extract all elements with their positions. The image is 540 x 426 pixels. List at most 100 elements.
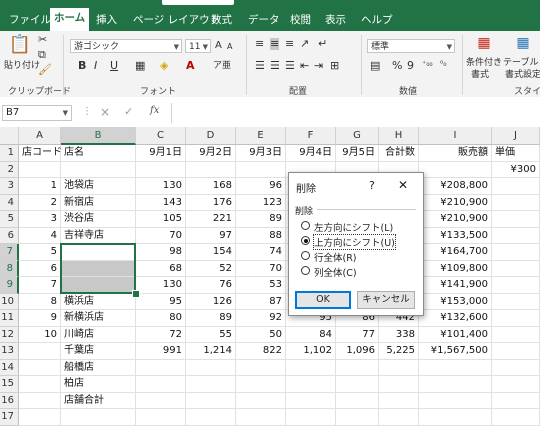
cell-J7[interactable] xyxy=(492,244,540,261)
cell-C15[interactable] xyxy=(136,376,186,393)
row-header[interactable]: 12 xyxy=(0,326,19,343)
cell-A10[interactable]: 8 xyxy=(19,293,61,310)
cut-icon[interactable]: ✂ xyxy=(38,34,47,46)
cell-H14[interactable] xyxy=(379,359,419,376)
cell-J8[interactable] xyxy=(492,260,540,277)
cell-A9[interactable]: 7 xyxy=(19,277,61,294)
tab-home[interactable]: ホーム xyxy=(50,8,90,31)
cell-I4[interactable]: ¥210,900 xyxy=(419,194,492,211)
column-header[interactable]: E xyxy=(236,127,286,145)
cell-A13[interactable] xyxy=(19,343,61,360)
cell-I10[interactable]: ¥153,000 xyxy=(419,293,492,310)
cell-B2[interactable] xyxy=(61,161,136,178)
format-as-table-icon[interactable]: ▦ xyxy=(514,35,532,51)
cell-J12[interactable] xyxy=(492,326,540,343)
ok-button[interactable]: OK xyxy=(295,291,351,309)
insert-function-icon[interactable]: fx xyxy=(150,105,159,116)
cell-A8[interactable]: 6 xyxy=(19,260,61,277)
cell-E16[interactable] xyxy=(236,392,286,409)
row-header[interactable]: 2 xyxy=(0,161,19,178)
tab-data[interactable]: データ xyxy=(248,12,280,27)
cell-A15[interactable] xyxy=(19,376,61,393)
cell-F17[interactable] xyxy=(286,409,336,426)
cell-J5[interactable] xyxy=(492,211,540,228)
cell-C6[interactable]: 70 xyxy=(136,227,186,244)
cell-B11[interactable]: 新横浜店 xyxy=(61,310,136,327)
cell-I9[interactable]: ¥141,900 xyxy=(419,277,492,294)
cell-E8[interactable]: 70 xyxy=(236,260,286,277)
column-header[interactable]: J xyxy=(492,127,540,145)
cell-H16[interactable] xyxy=(379,392,419,409)
cell-E13[interactable]: 822 xyxy=(236,343,286,360)
cell-F15[interactable] xyxy=(286,376,336,393)
font-color-icon[interactable]: A xyxy=(186,60,195,72)
row-header[interactable]: 8 xyxy=(0,260,19,277)
font-size-combo[interactable]: 11 ▼ xyxy=(185,39,211,53)
cell-D8[interactable]: 52 xyxy=(186,260,236,277)
option-label[interactable]: 上方向にシフト(U) xyxy=(313,234,396,250)
row-header[interactable]: 13 xyxy=(0,343,19,360)
cell-E11[interactable]: 92 xyxy=(236,310,286,327)
cell-G14[interactable] xyxy=(336,359,379,376)
column-header[interactable]: H xyxy=(379,127,419,145)
cell-A7[interactable]: 5 xyxy=(19,244,61,261)
cell-E14[interactable] xyxy=(236,359,286,376)
cell-C9[interactable]: 130 xyxy=(136,277,186,294)
cell-J1[interactable]: 単価 xyxy=(492,145,540,162)
cell-J11[interactable] xyxy=(492,310,540,327)
cell-J15[interactable] xyxy=(492,376,540,393)
cell-A4[interactable]: 2 xyxy=(19,194,61,211)
tab-help[interactable]: ヘルプ xyxy=(361,12,393,27)
decrease-decimal-icon[interactable]: ⁰₀ xyxy=(440,58,446,70)
cell-C5[interactable]: 105 xyxy=(136,211,186,228)
cell-C7[interactable]: 98 xyxy=(136,244,186,261)
row-header[interactable]: 3 xyxy=(0,178,19,195)
cell-B14[interactable]: 船橋店 xyxy=(61,359,136,376)
row-header[interactable]: 1 xyxy=(0,145,19,162)
row-header[interactable]: 16 xyxy=(0,392,19,409)
cell-D10[interactable]: 126 xyxy=(186,293,236,310)
cell-E15[interactable] xyxy=(236,376,286,393)
cell-C2[interactable] xyxy=(136,161,186,178)
cell-E7[interactable]: 74 xyxy=(236,244,286,261)
indent-decrease-icon[interactable]: ⇤ xyxy=(300,60,309,72)
cell-A11[interactable]: 9 xyxy=(19,310,61,327)
cell-G12[interactable]: 77 xyxy=(336,326,379,343)
option-label[interactable]: 列全体(C) xyxy=(314,265,357,279)
name-box[interactable]: B7 ▼ xyxy=(2,105,72,121)
font-name-combo[interactable]: 游ゴシック ▼ xyxy=(70,39,182,53)
radio-button[interactable] xyxy=(301,236,310,245)
cancel-button[interactable]: キャンセル xyxy=(357,291,415,309)
cell-C11[interactable]: 80 xyxy=(136,310,186,327)
title-search-box[interactable] xyxy=(162,0,234,5)
cell-D1[interactable]: 9月2日 xyxy=(186,145,236,162)
column-header[interactable]: F xyxy=(286,127,336,145)
cell-I1[interactable]: 販売額 xyxy=(419,145,492,162)
tab-formulas[interactable]: 数式 xyxy=(211,12,232,27)
column-header[interactable]: C xyxy=(136,127,186,145)
cell-A12[interactable]: 10 xyxy=(19,326,61,343)
row-header[interactable]: 15 xyxy=(0,376,19,393)
cell-D15[interactable] xyxy=(186,376,236,393)
wrap-text-icon[interactable]: ↵ xyxy=(318,38,327,50)
cell-A1[interactable]: 店コード xyxy=(19,145,62,162)
cell-D5[interactable]: 221 xyxy=(186,211,236,228)
cell-A17[interactable] xyxy=(19,409,61,426)
cell-D6[interactable]: 97 xyxy=(186,227,236,244)
cell-F16[interactable] xyxy=(286,392,336,409)
cell-F12[interactable]: 84 xyxy=(286,326,336,343)
align-center-icon[interactable]: ☰ xyxy=(270,60,280,72)
cell-J4[interactable] xyxy=(492,194,540,211)
paste-button[interactable]: 貼り付け xyxy=(4,58,40,71)
orientation-icon[interactable]: ↗ xyxy=(300,38,309,50)
format-as-table-label-2[interactable]: 書式設定 xyxy=(505,67,540,80)
cell-B13[interactable]: 千葉店 xyxy=(61,343,136,360)
tab-insert[interactable]: 挿入 xyxy=(96,12,117,27)
cell-B10[interactable]: 横浜店 xyxy=(61,293,136,310)
cell-H13[interactable]: 5,225 xyxy=(379,343,419,360)
cell-C12[interactable]: 72 xyxy=(136,326,186,343)
cell-J16[interactable] xyxy=(492,392,540,409)
cell-I16[interactable] xyxy=(419,392,492,409)
cell-C16[interactable] xyxy=(136,392,186,409)
cell-J6[interactable] xyxy=(492,227,540,244)
